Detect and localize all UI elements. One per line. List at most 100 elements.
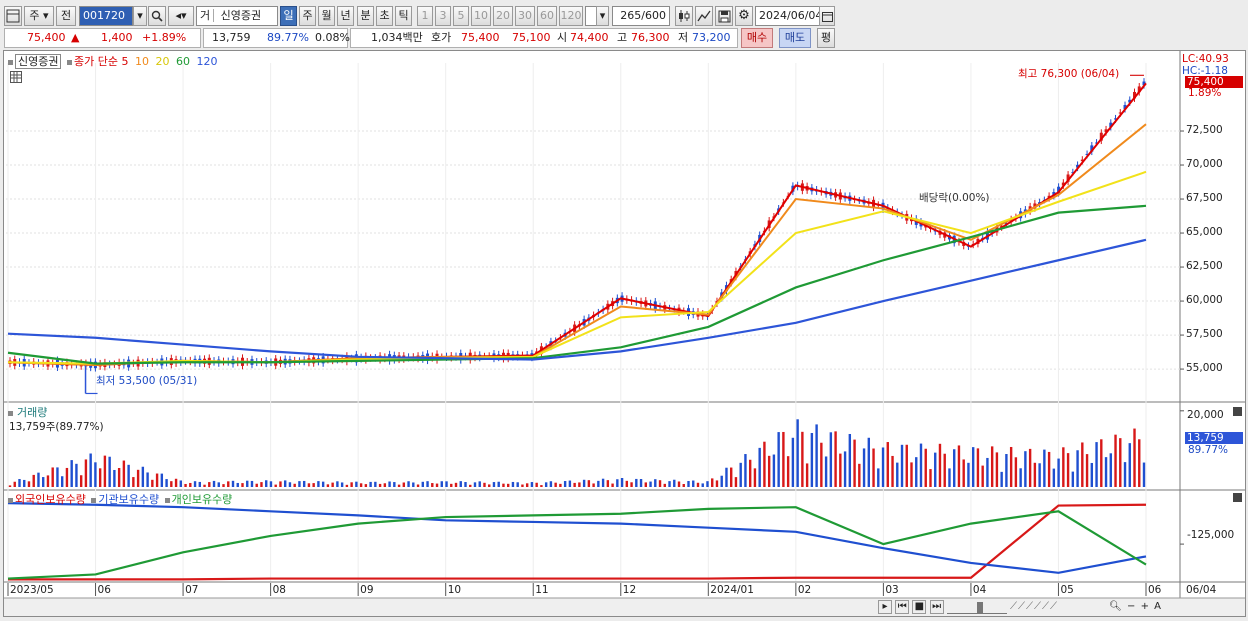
custom-interval-dropdown[interactable]: ▾ [596,6,609,26]
volume-bar [1090,462,1094,487]
volume-bar [696,482,700,487]
volume-bar [383,483,387,487]
volume-panel-close-icon[interactable] [1233,407,1242,416]
volume-bar [1119,438,1122,487]
volume-bar [559,483,562,487]
volume-bar [990,446,994,487]
interval-3[interactable]: 3 [435,6,451,26]
search-button[interactable] [148,6,166,26]
calendar-button[interactable] [819,6,835,26]
period-type-select[interactable]: 주 ▾ [24,6,54,26]
scroll-right-button[interactable]: ▸ [878,600,892,614]
ex-dividend-annotation: 배당락(0.00%) [919,192,990,204]
volume-bar [378,483,382,487]
volume-bar [502,483,505,487]
period-tick[interactable]: 틱 [395,6,412,26]
volume-bar [350,482,353,487]
volume-bar [1038,463,1041,487]
period-month[interactable]: 월 [318,6,335,26]
stock-code-input[interactable]: 001720 [79,6,133,26]
x-axis-label: 03 [885,584,899,596]
candle-type-button[interactable] [675,6,693,26]
bar-count-field[interactable]: 265/600 [612,6,670,26]
volume-bar [1076,450,1079,487]
volume-bar [929,469,932,487]
volume-bar [265,480,268,487]
volume-bar [412,482,415,487]
holdings-panel-close-icon[interactable] [1233,493,1242,502]
draw-tools-icon[interactable]: ⟋⟋⟋⟋⟋⟋ [1010,601,1106,612]
volume-bar [483,482,486,487]
volume-bar [772,454,776,487]
volume-bar [236,482,239,487]
chart-area[interactable]: 신영증권 종가 단순 5 10 20 60 120 LC:40.93 HC:-1… [3,50,1246,617]
x-axis-label: 10 [447,584,462,596]
volume-bar [326,484,330,487]
volume-bar [42,477,45,487]
scope-select[interactable]: 전 [56,6,76,26]
interval-60[interactable]: 60 [537,6,557,26]
code-dropdown-button[interactable]: ▾ [133,6,147,26]
volume-bar [364,484,368,487]
volume-bar [1052,468,1056,487]
interval-1[interactable]: 1 [417,6,433,26]
volume-bar [649,481,652,487]
volume-bar [786,456,790,487]
settings-button[interactable]: ⚙ [735,6,753,26]
volume-bar [706,481,709,487]
quote-vol-ratio: 89.77% [267,31,309,44]
interval-5[interactable]: 5 [453,6,469,26]
indicator-button[interactable] [695,6,713,26]
chart-canvas[interactable] [4,51,1245,616]
chart-layout-button[interactable] [4,6,22,26]
prev-next-button[interactable]: ◂▾ [168,6,194,26]
quote-low-label: 저 [678,31,689,44]
save-button[interactable] [715,6,733,26]
interval-120[interactable]: 120 [559,6,583,26]
volume-bar [734,477,738,487]
zoom-out-button[interactable]: − [1127,601,1135,612]
sell-button[interactable]: 매도 [779,28,811,48]
volume-bar [89,453,92,487]
zoom-slider[interactable] [946,600,1007,614]
stop-button[interactable]: ■ [912,600,927,614]
volume-bar [1014,457,1018,487]
volume-bar [563,481,567,487]
volume-bar [810,432,814,487]
volume-bar [862,448,866,487]
quote-high: 76,300 [631,31,670,44]
font-size-button[interactable]: A [1154,601,1161,612]
period-second[interactable]: 초 [376,6,393,26]
volume-bar [132,477,135,487]
zoom-icon[interactable]: 🔍︎ [1109,601,1122,612]
zoom-in-button[interactable]: + [1141,601,1149,612]
period-day[interactable]: 일 [280,6,297,26]
volume-bar [193,481,197,487]
zoom-slider-thumb[interactable] [976,602,983,613]
last-button[interactable]: ⏭ [929,600,944,614]
volume-bar [919,443,923,487]
first-button[interactable]: ⏮ [895,600,910,614]
buy-button[interactable]: 매수 [741,28,773,48]
period-minute[interactable]: 분 [357,6,374,26]
period-tick-label: 틱 [398,9,409,22]
interval-10[interactable]: 10 [471,6,491,26]
grid-toggle-button[interactable] [10,71,22,83]
buy-button-label: 매수 [746,31,768,44]
interval-30[interactable]: 30 [515,6,535,26]
volume-bar [184,483,187,487]
interval-120-label: 120 [560,9,582,22]
volume-bar [27,481,31,487]
period-year[interactable]: 년 [337,6,354,26]
quote-change: 1,400 [101,31,133,44]
volume-bar [450,483,453,487]
volume-bar [905,444,908,487]
volume-bar [174,478,178,487]
volume-bar [212,480,216,487]
eval-button[interactable]: 평 [817,28,835,48]
volume-bar [1104,457,1108,487]
period-week[interactable]: 주 [299,6,316,26]
stock-name-field[interactable]: 거 신영증권 [196,6,278,26]
quote-price: 75,400 [27,31,66,44]
interval-20[interactable]: 20 [493,6,513,26]
